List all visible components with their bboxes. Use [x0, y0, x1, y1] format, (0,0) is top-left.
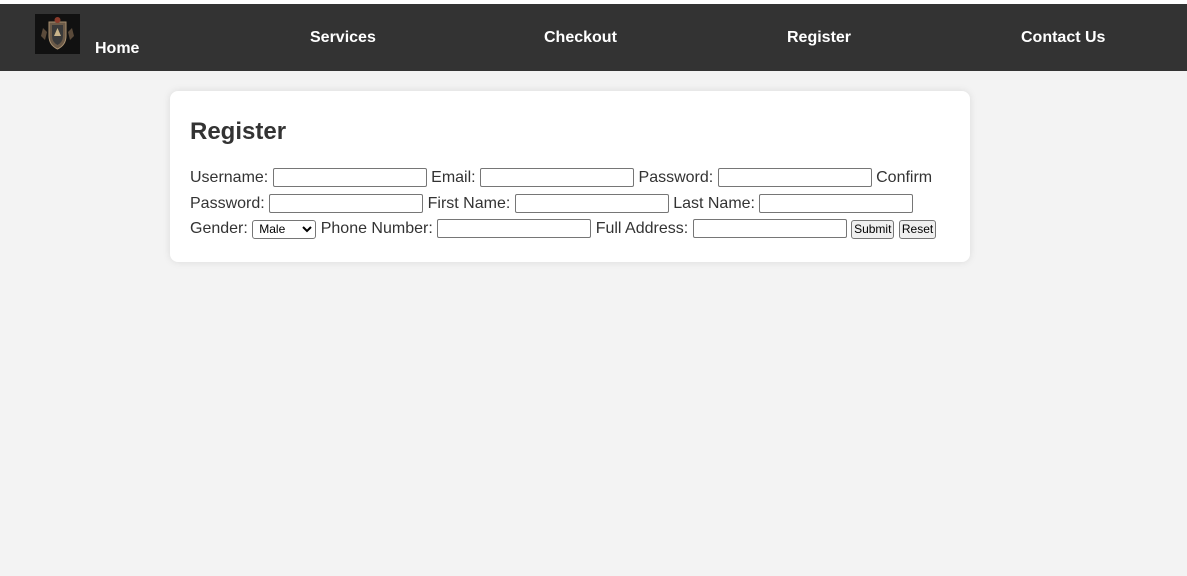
page-title: Register [190, 118, 287, 145]
nav-home-link[interactable]: Home [95, 40, 139, 58]
crest-logo-icon[interactable] [35, 14, 80, 54]
reset-button[interactable]: Reset [898, 219, 937, 239]
email-label: Email: [431, 169, 476, 186]
register-form: Username: Email: Password: Confirm Passw… [190, 165, 950, 242]
gender-select[interactable]: Male [252, 219, 317, 239]
username-label: Username: [190, 169, 269, 186]
password-label: Password: [638, 169, 714, 186]
password-input[interactable] [717, 168, 872, 187]
first-name-label: First Name: [427, 194, 511, 212]
nav-register-link[interactable]: Register [787, 29, 851, 47]
username-input[interactable] [272, 168, 427, 187]
phone-input[interactable] [437, 219, 592, 238]
gender-label: Gender: [190, 220, 248, 237]
address-input[interactable] [692, 219, 847, 238]
nav-services-link[interactable]: Services [310, 29, 376, 47]
last-name-label: Last Name: [673, 194, 755, 212]
navbar: Home Services Checkout Register Contact … [0, 4, 1187, 71]
nav-contact-link[interactable]: Contact Us [1021, 29, 1105, 47]
phone-label: Phone Number: [320, 220, 433, 237]
confirm-password-input[interactable] [269, 193, 424, 213]
register-card: Register Username: Email: Password: Conf… [170, 91, 970, 262]
first-name-input[interactable] [514, 193, 669, 213]
submit-button[interactable]: Submit [851, 219, 895, 239]
last-name-input[interactable] [759, 193, 914, 213]
nav-checkout-link[interactable]: Checkout [544, 29, 617, 47]
address-label: Full Address: [595, 220, 689, 237]
email-input[interactable] [480, 168, 635, 187]
